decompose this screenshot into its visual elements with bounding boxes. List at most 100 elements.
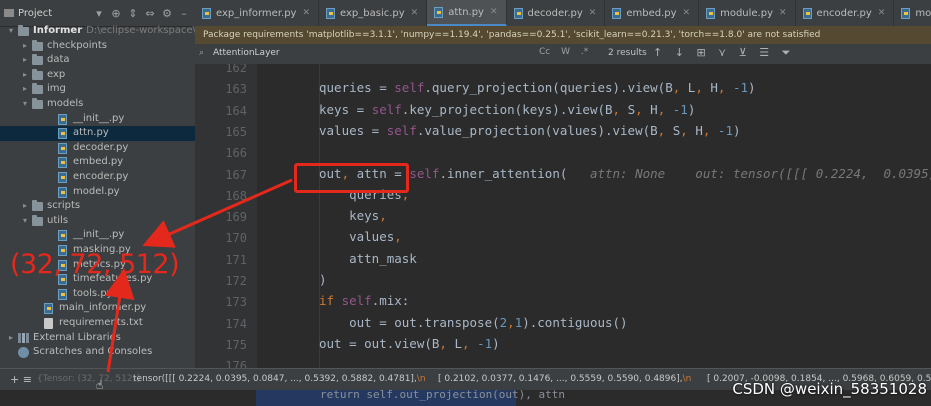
chevron-right-icon[interactable]: ▸ — [20, 53, 30, 68]
code-line[interactable]: keys = self.key_projection(keys).view(B,… — [319, 102, 695, 117]
tree-item[interactable]: main_informer.py — [0, 301, 195, 316]
tree-item-label: encoder.py — [73, 171, 129, 182]
tree-item[interactable]: attn.py — [0, 126, 195, 141]
search-navigation: ↑ ↓ ⊞ ⋎ ⊻ ☰ ⏷ — [653, 46, 799, 60]
expand-all-icon[interactable]: ⇕ — [126, 7, 140, 20]
code-line[interactable]: out, attn = self.inner_attention( attn: … — [319, 166, 931, 181]
editor-tab[interactable]: exp_basic.py ✕ — [319, 0, 428, 26]
chevron-right-icon[interactable]: ▸ — [20, 39, 30, 54]
tree-item-label: models — [47, 98, 84, 109]
tree-item[interactable]: ▸ img — [0, 82, 195, 97]
tree-item[interactable]: tools.py — [0, 287, 195, 302]
editor-tab[interactable]: embed.py ✕ — [605, 0, 700, 26]
close-icon[interactable]: ✕ — [589, 8, 597, 18]
editor-tab[interactable]: module.py ✕ — [699, 0, 796, 26]
locate-file-icon[interactable]: ⊕ — [109, 7, 123, 20]
funnel-icon[interactable]: ⏷ — [782, 46, 791, 59]
editor-tab[interactable]: decoder.py ✕ — [507, 0, 606, 26]
tree-item[interactable]: ▾ utils — [0, 214, 195, 229]
tree-item-label: exp — [47, 68, 66, 80]
tree-item-label: attn.py — [73, 127, 109, 139]
tree-item[interactable]: ▸ scripts — [0, 199, 195, 214]
regex-toggle[interactable]: .* — [581, 47, 588, 57]
tree-item[interactable]: __init__.py — [0, 228, 195, 243]
tree-item[interactable]: ▸ checkpoints — [0, 39, 195, 54]
editor-tab[interactable]: model.py✕ — [894, 0, 931, 26]
chevron-right-icon[interactable]: ▸ — [20, 68, 30, 83]
chevron-right-icon[interactable]: ▸ — [20, 199, 30, 214]
requirements-banner[interactable]: Package requirements 'matplotlib==3.1.1'… — [195, 26, 931, 44]
close-icon[interactable]: ✕ — [779, 8, 787, 18]
editor-tab[interactable]: encoder.py ✕ — [796, 0, 895, 26]
search-icon[interactable]: ⌕ — [199, 48, 204, 58]
whole-word-toggle[interactable]: W — [561, 47, 570, 57]
tree-item-label: decoder.py — [73, 141, 129, 153]
search-input[interactable]: AttentionLayer — [213, 48, 280, 58]
code-line[interactable]: values, — [319, 229, 402, 244]
tree-item[interactable]: model.py — [0, 185, 195, 200]
line-number: 166 — [225, 146, 247, 161]
code-line[interactable]: out = out.transpose(2,1).contiguous() — [319, 315, 627, 330]
python-file-icon — [612, 7, 622, 19]
tree-item[interactable]: ▸ data — [0, 53, 195, 68]
chevron-down-icon[interactable]: ▾ — [6, 24, 16, 39]
line-number: 169 — [225, 210, 247, 225]
project-view-icon[interactable] — [4, 9, 14, 17]
python-file-icon — [513, 7, 523, 19]
scratches-icon — [18, 347, 29, 359]
tree-item[interactable]: encoder.py — [0, 170, 195, 185]
filter-settings-icon[interactable]: ⊻ — [739, 46, 747, 59]
code-line[interactable]: if self.mix: — [319, 293, 409, 308]
code-line[interactable]: out = out.view(B, L, -1) — [319, 336, 500, 351]
tree-item[interactable]: __init__.py — [0, 112, 195, 127]
tree-item[interactable]: requirements.txt — [0, 316, 195, 331]
close-icon[interactable]: ✕ — [683, 8, 691, 18]
project-panel-title[interactable]: Project — [18, 8, 89, 19]
text-file-icon — [44, 318, 53, 329]
code-line[interactable]: keys, — [319, 208, 387, 223]
tab-label: module.py — [720, 7, 773, 19]
code-line[interactable]: attn_mask — [319, 251, 417, 266]
tree-item[interactable]: ▾ models — [0, 97, 195, 112]
python-file-icon — [802, 7, 812, 19]
editor-tabs: exp_informer.py ✕ exp_basic.py ✕ attn.py ✕ dec… — [195, 0, 931, 27]
gear-icon[interactable]: ⚙ — [160, 7, 174, 20]
chevron-down-icon[interactable]: ▾ — [20, 214, 30, 229]
tree-item[interactable]: ▸ External Libraries — [0, 331, 195, 346]
tab-label: exp_informer.py — [216, 7, 297, 19]
tree-item[interactable]: Scratches and Consoles — [0, 345, 195, 360]
close-icon[interactable]: ✕ — [302, 8, 310, 18]
code-line[interactable]: queries = self.query_projection(queries)… — [319, 80, 756, 95]
editor-tab[interactable]: exp_informer.py ✕ — [195, 0, 320, 26]
library-icon — [18, 332, 29, 343]
line-number: 167 — [225, 167, 247, 182]
code-editor[interactable]: 162 163 164 165 166 167 168 169 170 171 172 173 174 1… — [195, 64, 931, 368]
arrow-down-icon[interactable]: ↓ — [675, 46, 684, 59]
tab-label: encoder.py — [816, 7, 872, 19]
chevron-down-icon[interactable]: ▾ — [92, 7, 106, 20]
folder-icon — [32, 200, 43, 212]
tree-item-label: External Libraries — [33, 331, 121, 343]
editor-tab[interactable]: attn.py ✕ — [427, 0, 507, 26]
match-case-toggle[interactable]: Cc — [539, 47, 550, 57]
multiline-icon[interactable]: ☰ — [759, 46, 769, 59]
chevron-right-icon[interactable]: ▸ — [6, 331, 16, 346]
minimize-icon[interactable]: – — [177, 7, 191, 20]
code-line[interactable]: values = self.value_projection(values).v… — [319, 123, 741, 138]
chevron-right-icon[interactable]: ▸ — [20, 82, 30, 97]
close-icon[interactable]: ✕ — [490, 7, 498, 17]
close-icon[interactable]: ✕ — [878, 8, 886, 18]
expand-value-icon[interactable]: + ≡ — [10, 373, 32, 386]
select-all-occurrences-icon[interactable]: ⊞ — [696, 46, 705, 59]
chevron-down-icon[interactable]: ▾ — [20, 97, 30, 112]
close-icon[interactable]: ✕ — [411, 8, 419, 18]
collapse-all-icon[interactable]: ⇔ — [143, 7, 157, 20]
filter-icon[interactable]: ⋎ — [718, 46, 726, 59]
tree-item[interactable]: embed.py — [0, 155, 195, 170]
tree-item[interactable]: decoder.py — [0, 141, 195, 156]
tree-item[interactable]: ▾ InformerD:\eclipse-workspace\PyTorch — [0, 24, 195, 39]
line-number-gutter: 162 163 164 165 166 167 168 169 170 171 172 173 174 1… — [195, 64, 257, 368]
code-line[interactable]: ) — [319, 272, 327, 287]
tree-item[interactable]: ▸ exp — [0, 68, 195, 83]
arrow-up-icon[interactable]: ↑ — [653, 46, 662, 59]
